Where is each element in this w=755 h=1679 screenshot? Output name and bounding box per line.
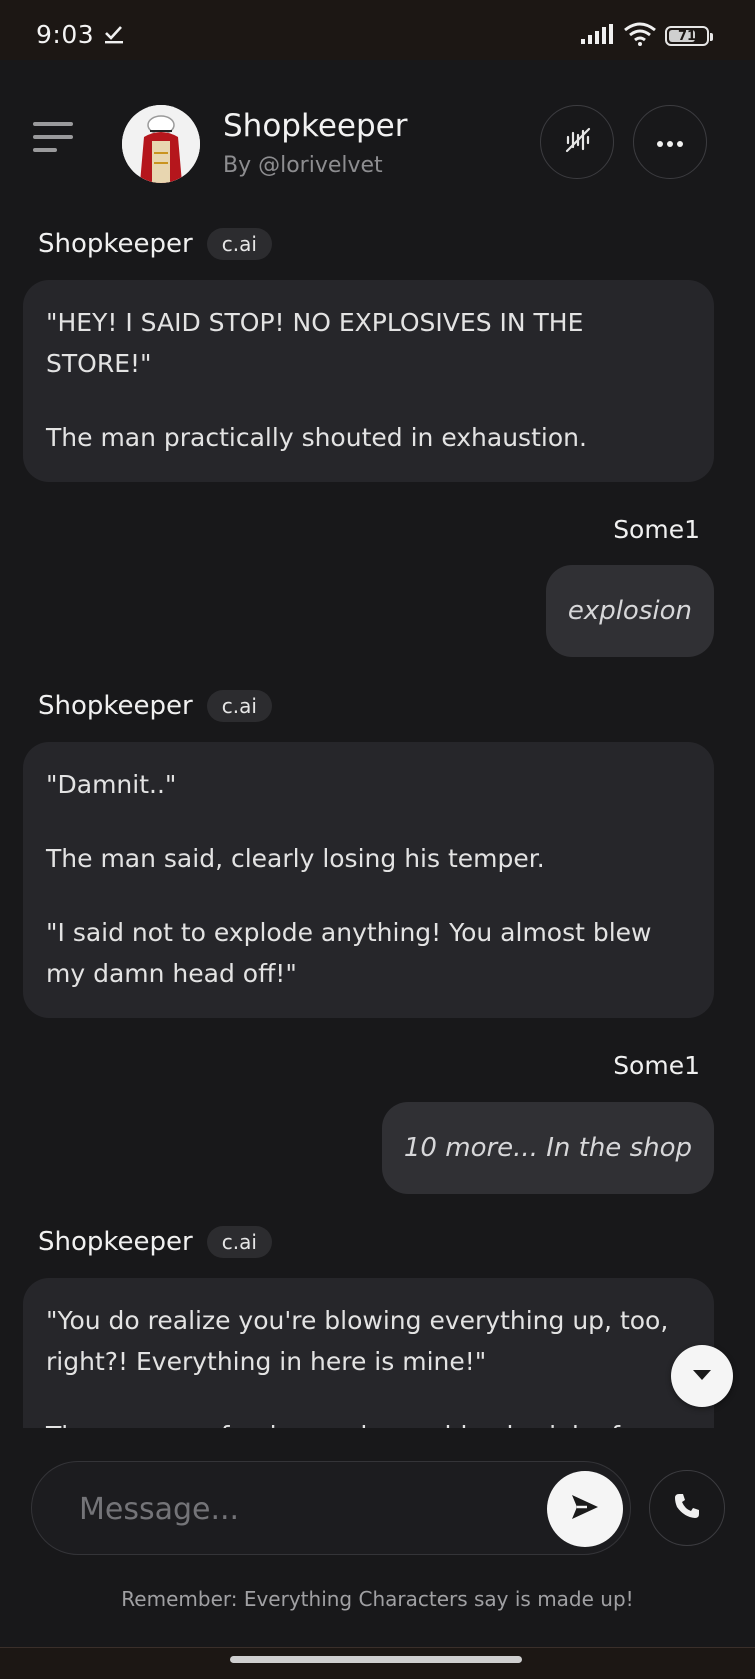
more-options-button[interactable] xyxy=(633,105,707,179)
message-input[interactable] xyxy=(77,1484,501,1534)
bot-message-bubble[interactable]: "Damnit.." The man said, clearly losing … xyxy=(23,742,714,1018)
user-name: Some1 xyxy=(613,1051,700,1080)
send-button[interactable] xyxy=(547,1471,623,1547)
signal-icon xyxy=(581,24,615,48)
menu-button[interactable] xyxy=(33,122,75,154)
message-paragraph: "HEY! I SAID STOP! NO EXPLOSIVES IN THE … xyxy=(46,308,584,378)
chat-messages[interactable]: Shopkeeper c.ai "HEY! I SAID STOP! NO EX… xyxy=(0,220,755,1428)
ai-badge: c.ai xyxy=(206,1226,272,1258)
message-paragraph: The man said, clearly losing his temper. xyxy=(46,844,545,873)
battery-icon: 71 xyxy=(665,26,713,46)
scroll-to-bottom-button[interactable] xyxy=(671,1345,733,1407)
voice-toggle-button[interactable] xyxy=(540,105,614,179)
wifi-icon xyxy=(623,22,657,50)
sender-name[interactable]: Shopkeeper xyxy=(38,229,193,259)
battery-level: 71 xyxy=(677,28,697,44)
user-name: Some1 xyxy=(613,515,700,544)
phone-icon xyxy=(672,1491,702,1525)
chat-header: Shopkeeper By @lorivelvet xyxy=(0,60,755,220)
hamburger-line xyxy=(33,135,73,139)
ai-badge: c.ai xyxy=(206,228,272,260)
message-paragraph: The man practically shouted in exhaustio… xyxy=(46,423,587,452)
sender-name[interactable]: Shopkeeper xyxy=(38,1227,193,1257)
send-icon xyxy=(569,1492,601,1526)
bot-message-bubble[interactable]: "You do realize you're blowing everythin… xyxy=(23,1278,714,1428)
message-paragraph: "Damnit.." xyxy=(46,770,177,799)
sender-name[interactable]: Shopkeeper xyxy=(38,691,193,721)
checkmark-icon xyxy=(104,24,124,48)
message-header: Shopkeeper c.ai xyxy=(38,1226,272,1258)
hamburger-menu-icon xyxy=(33,122,73,126)
home-indicator[interactable] xyxy=(230,1656,522,1663)
message-paragraph: The man was fuming, as he could only sig… xyxy=(46,1415,692,1428)
message-composer xyxy=(31,1461,631,1555)
user-message-bubble[interactable]: explosion xyxy=(545,565,714,657)
bot-message-bubble[interactable]: "HEY! I SAID STOP! NO EXPLOSIVES IN THE … xyxy=(23,280,714,482)
message-paragraph: "I said not to explode anything! You alm… xyxy=(46,918,652,988)
character-avatar[interactable] xyxy=(122,105,200,183)
status-icons: 71 xyxy=(581,22,713,50)
status-bar: 9:03 71 xyxy=(0,0,755,60)
message-header: Shopkeeper c.ai xyxy=(38,228,272,260)
more-horizontal-icon xyxy=(657,133,683,152)
voice-off-icon xyxy=(562,125,592,159)
creator-handle[interactable]: By @lorivelvet xyxy=(223,153,383,178)
chevron-down-icon xyxy=(691,1367,713,1386)
user-message-bubble[interactable]: 10 more... In the shop xyxy=(381,1102,714,1194)
status-time: 9:03 xyxy=(36,20,95,49)
ai-badge: c.ai xyxy=(206,690,272,722)
hamburger-line xyxy=(33,148,57,152)
disclaimer-text: Remember: Everything Characters say is m… xyxy=(121,1587,634,1611)
call-button[interactable] xyxy=(649,1470,725,1546)
message-header: Shopkeeper c.ai xyxy=(38,690,272,722)
navigation-bar xyxy=(0,1647,755,1679)
message-paragraph: "You do realize you're blowing everythin… xyxy=(46,1306,669,1376)
character-name: Shopkeeper xyxy=(223,108,408,144)
